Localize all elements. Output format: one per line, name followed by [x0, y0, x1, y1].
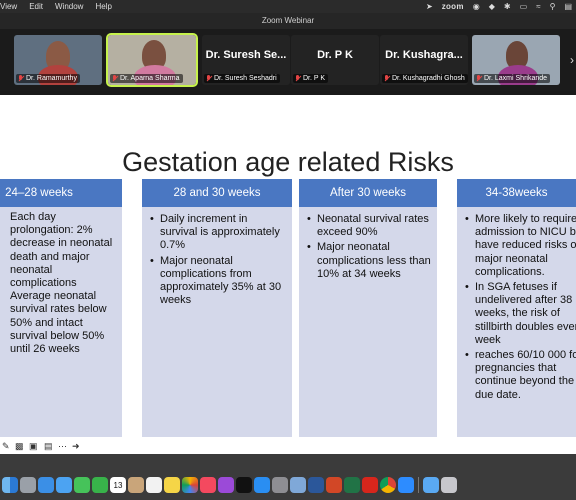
list-item: Daily increment in survival is approxima…: [148, 213, 286, 253]
muted-mic-icon: [112, 75, 118, 82]
annotation-toolbar: ✎ ▩ ▣ ▤ ⋯ ➜: [0, 440, 576, 454]
folder-icon[interactable]: [423, 477, 439, 493]
participant-display-name: Dr. Kushagra...: [385, 49, 463, 61]
participant-display-name: Dr. P K: [317, 49, 353, 61]
participant-name-label: Dr. Kushagradhi Ghosh: [382, 74, 468, 83]
muted-mic-icon: [18, 75, 24, 82]
bluetooth-icon[interactable]: ✱: [504, 2, 511, 11]
muted-mic-icon: [384, 75, 390, 82]
menu-window[interactable]: Window: [55, 2, 83, 11]
more-icon[interactable]: ⋯: [58, 441, 67, 452]
contacts-icon[interactable]: [128, 477, 144, 493]
safari-icon[interactable]: [38, 477, 54, 493]
list-item: reaches 60/10 000 for pregnancies that c…: [463, 349, 576, 402]
finder-icon[interactable]: [2, 477, 18, 493]
participant-name-label: Dr. Aparna Sharma: [110, 74, 183, 83]
forward-icon[interactable]: ➜: [72, 441, 80, 452]
launchpad-icon[interactable]: [20, 477, 36, 493]
zoom-menu-extra[interactable]: zoom: [442, 2, 464, 11]
muted-mic-icon: [206, 75, 212, 82]
dropbox-icon[interactable]: ◆: [489, 2, 495, 11]
list-item: Average neonatal survival rates below 50…: [10, 290, 107, 356]
participant-tile[interactable]: Dr. Ramamurthy: [14, 35, 102, 85]
notes-icon[interactable]: [164, 477, 180, 493]
list-item: Neonatal survival rates exceed 90%: [305, 213, 431, 239]
zoom-icon[interactable]: [398, 477, 414, 493]
acrobat-icon[interactable]: [362, 477, 378, 493]
caption-icon[interactable]: ▩: [15, 441, 24, 452]
column-24-28-weeks: 24–28 weeks Each day prolongation: 2% de…: [0, 179, 122, 437]
facetime-icon[interactable]: [92, 477, 108, 493]
slide-title: Gestation age related Risks: [122, 147, 454, 177]
preview-icon[interactable]: [290, 477, 306, 493]
participant-name-label: Dr. Suresh Seshadri: [204, 74, 280, 83]
status-area: ➤ zoom ◉ ◆ ✱ ▭ ≈ ⚲ ▤: [426, 0, 572, 13]
trash-icon[interactable]: [441, 477, 457, 493]
list-item: In SGA fetuses if undelivered after 38 w…: [463, 281, 576, 347]
participant-tile[interactable]: Dr. P K Dr. P K: [291, 35, 379, 85]
participant-display-name: Dr. Suresh Se...: [205, 49, 287, 61]
column-list: Daily increment in survival is approxima…: [142, 207, 292, 307]
list-item: Major neonatal complications from approx…: [148, 255, 286, 308]
messages-icon[interactable]: [74, 477, 90, 493]
screen: View Edit Window Help ➤ zoom ◉ ◆ ✱ ▭ ≈ ⚲…: [0, 0, 576, 500]
participant-tile[interactable]: Dr. Kushagra... Dr. Kushagradhi Ghosh: [380, 35, 468, 85]
pencil-icon[interactable]: ✎: [2, 441, 10, 452]
participant-tile[interactable]: Dr. Laxmi Shrikande: [472, 35, 560, 85]
dock-separator: [418, 477, 419, 493]
calendar-icon[interactable]: 13: [110, 477, 126, 493]
word-icon[interactable]: [308, 477, 324, 493]
shared-slide: Gestation age related Risks 24–28 weeks …: [0, 95, 576, 440]
wifi-icon[interactable]: ≈: [536, 2, 540, 11]
chat-icon[interactable]: ▤: [44, 441, 53, 452]
list-item: More likely to require admission to NICU…: [463, 213, 576, 279]
music-icon[interactable]: [200, 477, 216, 493]
column-header: After 30 weeks: [299, 179, 437, 207]
column-list: Neonatal survival rates exceed 90% Major…: [299, 207, 437, 281]
list-item: Each day prolongation: 2% decrease in ne…: [10, 211, 113, 290]
column-header: 34-38weeks: [457, 179, 576, 207]
control-center-icon[interactable]: ▤: [564, 2, 572, 11]
muted-mic-icon: [295, 75, 301, 82]
participant-name-label: Dr. P K: [293, 74, 329, 83]
battery-icon[interactable]: ▭: [520, 2, 528, 11]
participant-tile-active-speaker[interactable]: Dr. Aparna Sharma: [106, 33, 198, 87]
menu-bar: View Edit Window Help ➤ zoom ◉ ◆ ✱ ▭ ≈ ⚲…: [0, 0, 576, 13]
powerpoint-icon[interactable]: [326, 477, 342, 493]
appstore-icon[interactable]: [254, 477, 270, 493]
participant-strip: Dr. Ramamurthy Dr. Aparna Sharma Dr. Sur…: [0, 29, 576, 91]
tv-icon[interactable]: [236, 477, 252, 493]
participant-tile[interactable]: Dr. Suresh Se... Dr. Suresh Seshadri: [202, 35, 290, 85]
column-list: Each day prolongation: 2% decrease in ne…: [0, 207, 122, 356]
window-title: Zoom Webinar: [0, 13, 576, 29]
reminders-icon[interactable]: [146, 477, 162, 493]
participant-name-label: Dr. Laxmi Shrikande: [474, 74, 551, 83]
settings-icon[interactable]: [272, 477, 288, 493]
video-off-icon[interactable]: ▣: [29, 441, 38, 452]
record-icon[interactable]: ◉: [473, 2, 480, 11]
menu-view[interactable]: View: [0, 2, 17, 11]
excel-icon[interactable]: [344, 477, 360, 493]
dock: 13: [0, 474, 457, 496]
chrome-icon[interactable]: [380, 477, 396, 493]
next-page-arrow-icon[interactable]: ›: [570, 53, 574, 67]
column-after-30-weeks: After 30 weeks Neonatal survival rates e…: [299, 179, 437, 437]
podcasts-icon[interactable]: [218, 477, 234, 493]
participant-name-label: Dr. Ramamurthy: [16, 74, 80, 83]
mail-icon[interactable]: [56, 477, 72, 493]
column-34-38-weeks: 34-38weeks More likely to require admiss…: [457, 179, 576, 437]
search-icon[interactable]: ⚲: [550, 2, 556, 11]
list-item: Major neonatal complications less than 1…: [305, 241, 431, 281]
column-28-30-weeks: 28 and 30 weeks Daily increment in survi…: [142, 179, 292, 437]
menu-help[interactable]: Help: [95, 2, 111, 11]
column-header: 28 and 30 weeks: [142, 179, 292, 207]
location-arrow-icon: ➤: [425, 2, 433, 11]
menu-edit[interactable]: Edit: [29, 2, 43, 11]
column-list: More likely to require admission to NICU…: [457, 207, 576, 402]
photos-icon[interactable]: [182, 477, 198, 493]
muted-mic-icon: [476, 75, 482, 82]
column-header: 24–28 weeks: [0, 179, 122, 207]
